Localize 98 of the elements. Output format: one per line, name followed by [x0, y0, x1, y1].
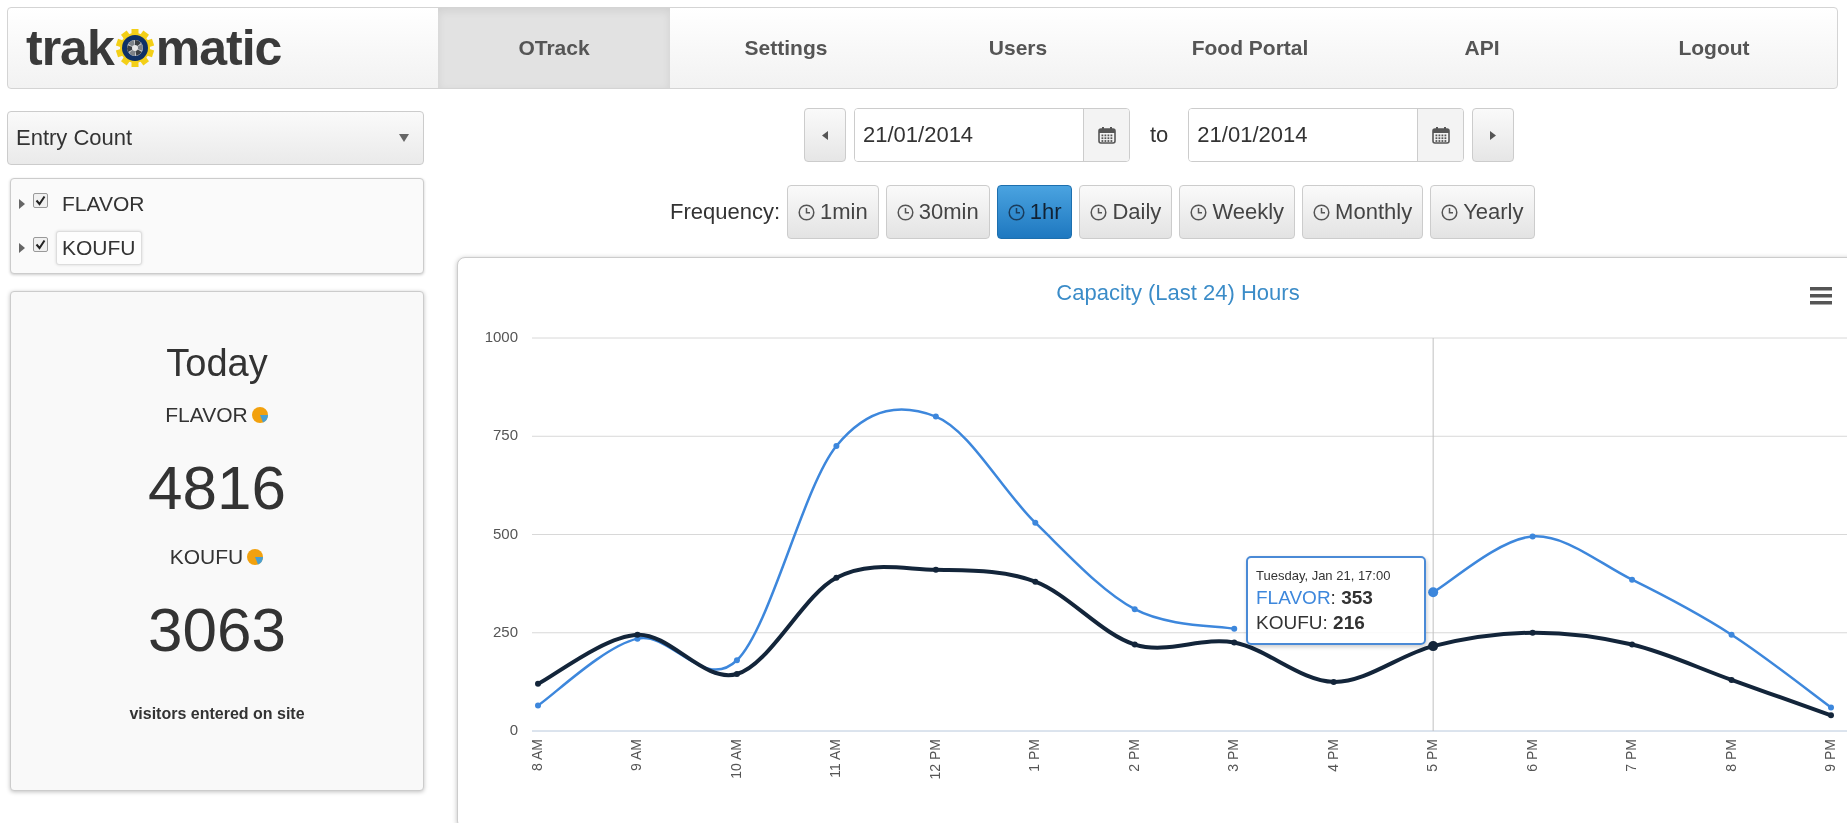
- data-point: [1529, 629, 1536, 636]
- frequency-button[interactable]: 1hr: [996, 185, 1073, 239]
- expand-icon[interactable]: [19, 243, 25, 253]
- x-axis-label: 7 PM: [1623, 739, 1640, 772]
- frequency-button[interactable]: 30min: [885, 185, 990, 239]
- calendar-icon[interactable]: [1431, 126, 1450, 144]
- x-axis-label: 8 AM: [529, 739, 545, 771]
- frequency-label: Frequency:: [670, 199, 781, 225]
- y-axis-label: 250: [492, 622, 518, 640]
- x-axis-label: 1 PM: [1026, 739, 1043, 772]
- nav-tab[interactable]: Settings: [670, 8, 902, 88]
- clock-icon: [1313, 203, 1331, 221]
- next-icon: [1490, 130, 1497, 140]
- x-axis-label: 2 PM: [1125, 739, 1142, 772]
- x-axis-label: 11 AM: [827, 739, 844, 778]
- date-field[interactable]: 21/01/2014: [1188, 108, 1465, 162]
- data-point: [1231, 625, 1238, 632]
- data-point: [1728, 676, 1735, 683]
- series-value: 353: [1341, 587, 1373, 608]
- data-point: [833, 443, 840, 450]
- data-point: [1131, 606, 1138, 613]
- nav-tab[interactable]: API: [1366, 8, 1598, 88]
- separator: :: [1322, 611, 1328, 633]
- stats-title: Today: [166, 342, 268, 385]
- clock-icon: [1090, 203, 1108, 221]
- data-point: [1629, 576, 1636, 583]
- clock-icon: [1441, 203, 1459, 221]
- metric-dropdown[interactable]: Entry Count: [7, 111, 424, 165]
- site-label: FLAVOR: [165, 403, 248, 427]
- frequency-button[interactable]: 1min: [787, 185, 879, 239]
- range-separator: to: [1150, 122, 1169, 148]
- caret-icon: [399, 134, 409, 142]
- data-point: [1330, 678, 1337, 685]
- series-value: 216: [1333, 611, 1365, 633]
- separator: :: [1330, 587, 1336, 608]
- data-point: [1529, 533, 1536, 540]
- data-point: [733, 657, 740, 664]
- calendar-icon[interactable]: [1097, 126, 1116, 144]
- data-point: [535, 702, 541, 709]
- x-axis-label: 4 PM: [1324, 739, 1341, 772]
- data-point: [932, 413, 939, 420]
- tooltip-title: Tuesday, Jan 21, 17:00: [1256, 568, 1392, 583]
- menu-icon[interactable]: [1810, 287, 1832, 305]
- x-axis-label: 9 PM: [1822, 739, 1838, 772]
- data-point: [1728, 631, 1735, 638]
- y-axis-label: 1000: [484, 328, 518, 345]
- series-name: KOUFU: [1256, 611, 1323, 633]
- x-axis-label: 6 PM: [1523, 739, 1540, 772]
- data-point: [1428, 587, 1439, 598]
- x-axis-label: 10 AM: [727, 739, 744, 779]
- data-point: [1629, 641, 1636, 648]
- pie-chart-icon: [250, 406, 269, 424]
- logo-text: trak: [26, 23, 114, 73]
- pie-chart-icon: [246, 548, 265, 566]
- x-axis-label: 12 PM: [926, 739, 943, 780]
- data-point: [733, 671, 740, 677]
- site-label: KOUFU: [169, 545, 244, 569]
- data-point: [1032, 519, 1039, 526]
- x-axis-label: 9 AM: [628, 739, 645, 771]
- x-axis-label: 8 PM: [1722, 739, 1739, 772]
- x-axis-label: 3 PM: [1225, 739, 1242, 772]
- tree-item[interactable]: FLAVOR: [56, 187, 151, 221]
- frequency-button[interactable]: Monthly: [1302, 185, 1424, 239]
- clock-icon: [798, 203, 816, 221]
- stats-caption: visitors entered on site: [129, 705, 305, 723]
- clock-icon: [1190, 203, 1208, 221]
- data-point: [833, 574, 840, 581]
- logo-text: matic: [155, 23, 282, 73]
- visitor-count: 4816: [148, 457, 286, 519]
- frequency-button[interactable]: Yearly: [1430, 185, 1535, 239]
- data-point: [1428, 641, 1439, 652]
- y-axis-label: 750: [492, 426, 518, 444]
- frequency-button[interactable]: Weekly: [1179, 185, 1296, 239]
- data-point: [932, 566, 939, 573]
- date-field[interactable]: 21/01/2014: [854, 108, 1130, 162]
- series-name: FLAVOR: [1256, 587, 1331, 608]
- x-axis-label: 5 PM: [1424, 739, 1441, 772]
- data-point: [1131, 641, 1138, 648]
- y-axis-label: 500: [492, 524, 518, 542]
- nav-tab[interactable]: Food Portal: [1134, 8, 1366, 88]
- data-point: [535, 680, 541, 687]
- nav-tab[interactable]: Logout: [1598, 8, 1830, 88]
- chart-title: Capacity (Last 24) Hours: [1056, 280, 1300, 305]
- previous-icon: [822, 130, 828, 140]
- clock-icon: [1007, 203, 1025, 221]
- expand-icon[interactable]: [19, 199, 25, 209]
- nav-tab[interactable]: Users: [902, 8, 1134, 88]
- frequency-button[interactable]: Daily: [1079, 185, 1173, 239]
- nav-tab[interactable]: OTrack: [438, 8, 670, 88]
- checkbox[interactable]: [33, 236, 48, 252]
- data-point: [1032, 578, 1039, 585]
- gear-icon: [114, 28, 155, 68]
- visitor-count: 3063: [148, 599, 286, 661]
- checkbox[interactable]: [33, 192, 48, 208]
- data-point: [1231, 639, 1238, 646]
- y-axis-label: 0: [509, 721, 518, 738]
- clock-icon: [896, 203, 914, 221]
- tree-item[interactable]: KOUFU: [56, 231, 142, 265]
